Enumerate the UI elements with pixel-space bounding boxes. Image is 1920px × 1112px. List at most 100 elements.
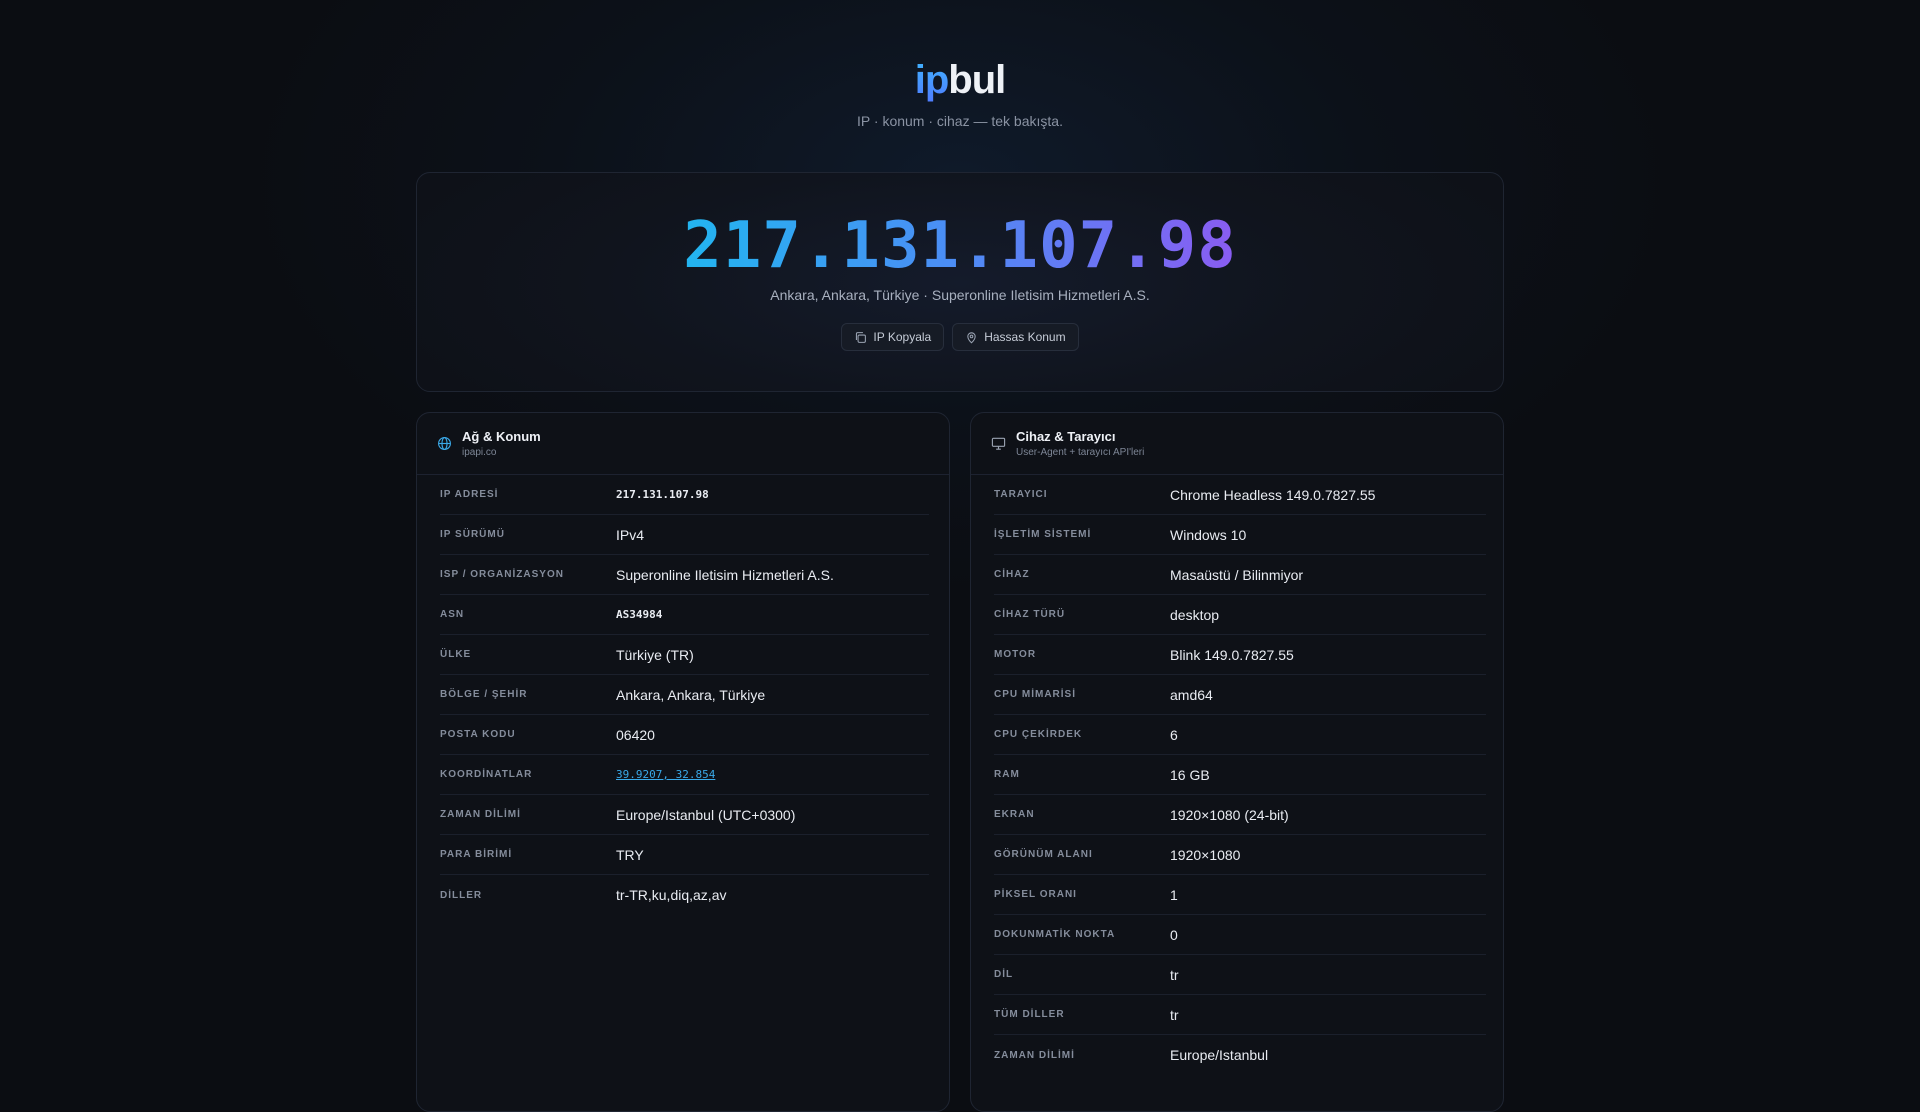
info-row-key: İŞLETİM SİSTEMİ (994, 529, 1092, 540)
info-row: ASN AS34984 (440, 595, 929, 635)
copy-ip-button[interactable]: IP Kopyala (841, 323, 945, 351)
info-row: CPU ÇEKİRDEK 6 (994, 715, 1486, 755)
device-rows: TARAYICI Chrome Headless 149.0.7827.55 İŞL… (971, 475, 1503, 1075)
network-card-subtitle: ipapi.co (462, 447, 497, 458)
info-row-key: MOTOR (994, 649, 1037, 660)
info-row-value: AS34984 (616, 608, 663, 621)
info-row: ZAMAN DİLİMİ Europe/Istanbul (994, 1035, 1486, 1075)
info-row-value: amd64 (1170, 686, 1213, 703)
precise-location-button[interactable]: Hassas Konum (952, 323, 1079, 351)
info-row-key: RAM (994, 769, 1020, 780)
info-row-value: tr-TR,ku,diq,az,av (616, 887, 727, 903)
info-row-key: GÖRÜNÜM ALANI (994, 849, 1093, 860)
info-row: ZAMAN DİLİMİ Europe/Istanbul (UTC+0300) (440, 795, 929, 835)
info-row-key: DİLLER (440, 889, 483, 901)
info-row-key: KOORDİNATLAR (440, 769, 533, 780)
info-row-value: tr (1170, 966, 1179, 983)
info-row-key: ZAMAN DİLİMİ (440, 809, 521, 820)
info-row-value: IPv4 (616, 526, 645, 543)
info-row-key: DOKUNMATİK NOKTA (994, 929, 1116, 940)
info-row-key: TARAYICI (994, 489, 1048, 500)
info-row-value: Superonline Iletisim Hizmetleri A.S. (616, 566, 834, 583)
copy-ip-label: IP Kopyala (873, 330, 932, 344)
info-row-key: ZAMAN DİLİMİ (994, 1049, 1075, 1061)
info-row-key: ÜLKE (440, 649, 472, 660)
info-row: İŞLETİM SİSTEMİ Windows 10 (994, 515, 1486, 555)
network-card-title: Ağ & Konum (462, 429, 541, 444)
info-row-key: POSTA KODU (440, 729, 516, 740)
info-row: TÜM DİLLER tr (994, 995, 1486, 1035)
info-row-value: Europe/Istanbul (1170, 1047, 1269, 1063)
info-row-key: IP SÜRÜMÜ (440, 529, 505, 540)
info-row-value: 0 (1170, 926, 1178, 943)
info-row: CPU MİMARİSİ amd64 (994, 675, 1486, 715)
info-row-key: CİHAZ TÜRÜ (994, 609, 1066, 620)
info-row: BÖLGE / ŞEHİR Ankara, Ankara, Türkiye (440, 675, 929, 715)
hero-ip-address: 217.131.107.98 (683, 209, 1237, 283)
info-row-value: 217.131.107.98 (616, 488, 709, 501)
info-row-key: IP ADRESİ (440, 489, 499, 500)
info-row-value: Masaüstü / Bilinmiyor (1170, 566, 1304, 583)
info-row-value: Chrome Headless 149.0.7827.55 (1170, 486, 1376, 503)
device-card-header: Cihaz & Tarayıcı User-Agent + tarayıcı A… (971, 413, 1503, 475)
monitor-icon (991, 437, 1006, 450)
brand-logo-ip: ip (914, 58, 950, 102)
info-row: DİLLER tr-TR,ku,diq,az,av (440, 875, 929, 915)
info-row: KOORDİNATLAR 39.9207, 32.854 (440, 755, 929, 795)
info-row-value: Windows 10 (1170, 526, 1247, 543)
info-row: EKRAN 1920×1080 (24-bit) (994, 795, 1486, 835)
info-row-key: CİHAZ (994, 569, 1030, 580)
info-row-value: tr (1170, 1006, 1179, 1023)
info-row: DİL tr (994, 955, 1486, 995)
info-row: MOTOR Blink 149.0.7827.55 (994, 635, 1486, 675)
info-row: IP SÜRÜMÜ IPv4 (440, 515, 929, 555)
info-row-key: EKRAN (994, 809, 1035, 820)
network-rows: IP ADRESİ 217.131.107.98 IP SÜRÜMÜ IPv4 ISP … (417, 475, 949, 915)
coordinates-link[interactable]: 39.9207, 32.854 (616, 768, 715, 781)
brand-logo-bul: bul (948, 58, 1006, 102)
map-pin-icon (967, 331, 976, 344)
brand-logo: ipbul (0, 58, 1920, 103)
hero-panel: 217.131.107.98 Ankara, Ankara, Türkiye ·… (416, 172, 1504, 392)
info-row: POSTA KODU 06420 (440, 715, 929, 755)
info-row-key: ISP / ORGANİZASYON (440, 569, 564, 580)
info-row: PARA BİRİMİ TRY (440, 835, 929, 875)
precise-location-label: Hassas Konum (984, 330, 1066, 344)
info-row-value: Türkiye (TR) (616, 646, 694, 663)
info-row-value: 1 (1170, 886, 1178, 903)
info-row-value: TRY (616, 846, 644, 863)
info-row-value: 6 (1170, 726, 1178, 743)
info-row-value: Ankara, Ankara, Türkiye (616, 686, 766, 703)
info-row-key: PARA BİRİMİ (440, 849, 513, 860)
info-row-value: 06420 (616, 726, 655, 743)
info-row-value: 1920×1080 (1170, 846, 1241, 863)
hero-location: Ankara, Ankara, Türkiye · Superonline Il… (770, 287, 1150, 303)
info-row: CİHAZ Masaüstü / Bilinmiyor (994, 555, 1486, 595)
globe-icon (438, 437, 451, 450)
info-row-value: 16 GB (1170, 766, 1210, 783)
info-row-key: ASN (440, 609, 465, 620)
info-row: DOKUNMATİK NOKTA 0 (994, 915, 1486, 955)
info-row-value: desktop (1170, 606, 1220, 623)
hero-actions: IP Kopyala Hassas Konum (417, 323, 1503, 351)
tagline: IP · konum · cihaz — tek bakışta. (857, 113, 1063, 129)
info-row-value: Europe/Istanbul (UTC+0300) (616, 806, 796, 823)
info-row: TARAYICI Chrome Headless 149.0.7827.55 (994, 475, 1486, 515)
info-row-key: TÜM DİLLER (994, 1009, 1065, 1020)
info-row-value: Blink 149.0.7827.55 (1170, 646, 1294, 663)
device-browser-card: Cihaz & Tarayıcı User-Agent + tarayıcı A… (970, 412, 1504, 1112)
info-row: ISP / ORGANİZASYON Superonline Iletisim H… (440, 555, 929, 595)
copy-icon (856, 331, 867, 343)
info-row: CİHAZ TÜRÜ desktop (994, 595, 1486, 635)
device-card-subtitle: User-Agent + tarayıcı API'leri (1016, 447, 1145, 458)
info-row-key: BÖLGE / ŞEHİR (440, 689, 528, 700)
network-card-header: Ağ & Konum ipapi.co (417, 413, 949, 475)
info-row-key: PİKSEL ORANI (994, 889, 1077, 900)
info-row: IP ADRESİ 217.131.107.98 (440, 475, 929, 515)
info-row: ÜLKE Türkiye (TR) (440, 635, 929, 675)
info-row-key: CPU MİMARİSİ (994, 689, 1076, 700)
info-row: PİKSEL ORANI 1 (994, 875, 1486, 915)
info-row-key: DİL (994, 969, 1014, 980)
device-card-title: Cihaz & Tarayıcı (1016, 429, 1116, 444)
network-location-card: Ağ & Konum ipapi.co IP ADRESİ 217.131.107… (416, 412, 950, 1112)
